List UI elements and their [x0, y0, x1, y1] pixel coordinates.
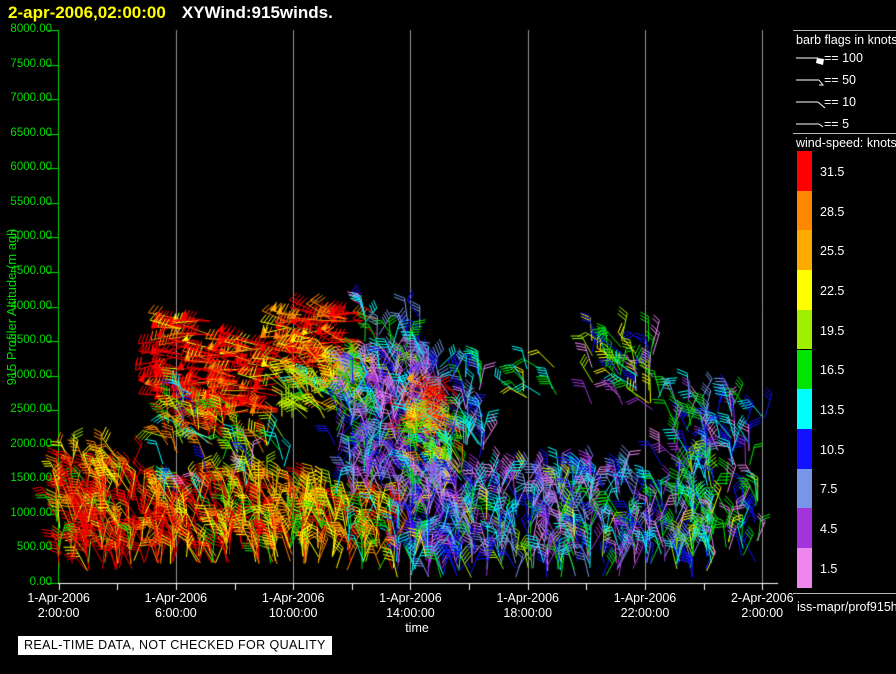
colorbar-segment	[797, 468, 812, 509]
colorbar-label: 4.5	[820, 522, 838, 537]
colorbar-label: 28.5	[820, 204, 845, 219]
wind-barb-plot-canvas	[0, 0, 896, 674]
header: 2-apr-2006,02:00:00 XYWind:915winds.	[8, 3, 333, 23]
x-axis-title: time	[405, 621, 429, 635]
x-tick-label: 1-Apr-2006 6:00:00	[144, 591, 208, 620]
colorbar-label: 1.5	[820, 561, 838, 576]
y-tick-label: 3000.00	[10, 368, 52, 381]
colorbar-segment	[797, 548, 812, 588]
wind-profiler-window: 2-apr-2006,02:00:00 XYWind:915winds. 915…	[0, 0, 896, 674]
legend-top-rule	[793, 30, 896, 31]
x-tick-label: 1-Apr-2006 2:00:00	[27, 591, 90, 620]
colorbar-label: 25.5	[820, 244, 845, 259]
x-tick-label: 1-Apr-2006 18:00:00	[496, 591, 559, 620]
y-tick-label: 4000.00	[10, 299, 52, 312]
y-tick-label: 6000.00	[10, 161, 52, 174]
y-tick-label: 8000.00	[10, 23, 52, 35]
page-title: XYWind:915winds.	[181, 3, 333, 22]
barb-legend-label: == 50	[824, 73, 856, 87]
colorbar-segment	[797, 309, 812, 350]
y-tick-label: 1000.00	[10, 506, 52, 519]
barb-legend-title: barb flags in knots	[796, 33, 896, 47]
x-tick-label: 1-Apr-2006 14:00:00	[379, 591, 442, 620]
y-tick-label: 0.00	[29, 576, 52, 588]
y-tick-label: 4500.00	[10, 264, 52, 277]
barb-symbol-icon	[796, 123, 824, 128]
colorbar-label: 22.5	[820, 283, 845, 298]
colorbar-segment	[797, 270, 812, 310]
legend-mid-rule	[793, 133, 896, 134]
barb-legend-label: == 100	[824, 51, 863, 65]
x-tick-label: 1-Apr-2006 10:00:00	[261, 591, 325, 620]
y-tick-label: 1500.00	[10, 472, 52, 485]
colorbar-label: 19.5	[820, 323, 845, 338]
barb-symbol-icon	[796, 101, 826, 109]
colorbar-segment	[797, 230, 812, 271]
header-timestamp: 2-apr-2006,02:00:00	[8, 3, 166, 22]
colorbar-label: 7.5	[820, 482, 838, 497]
barb-legend-label: == 5	[824, 117, 850, 131]
barb-symbol-icon	[796, 79, 825, 86]
realtime-data-disclaimer: REAL-TIME DATA, NOT CHECKED FOR QUALITY	[18, 636, 332, 655]
colorbar-segment	[797, 508, 812, 548]
barb-symbol-icon	[796, 57, 824, 65]
y-tick-label: 3500.00	[10, 334, 52, 347]
data-source-label: iss-mapr/prof915h	[797, 600, 896, 614]
colorbar-segment	[797, 349, 812, 390]
y-tick-label: 500.00	[16, 541, 52, 554]
y-tick-label: 2500.00	[10, 403, 52, 416]
colorbar-segment	[797, 428, 812, 469]
y-tick-label: 7500.00	[10, 57, 52, 70]
x-tick-label: 1-Apr-2006 22:00:00	[613, 591, 677, 620]
y-tick-label: 5000.00	[10, 230, 52, 243]
colorbar-segment	[797, 190, 812, 231]
barb-legend-label: == 10	[824, 95, 856, 109]
colorbar-title: wind-speed: knots	[796, 136, 896, 150]
y-tick-label: 5500.00	[10, 195, 52, 208]
x-tick-label: 2-Apr-2006 2:00:00	[730, 591, 794, 620]
colorbar-label: 13.5	[820, 403, 845, 418]
colorbar-label: 31.5	[820, 164, 845, 179]
y-tick-label: 6500.00	[10, 126, 52, 139]
y-tick-label: 2000.00	[10, 437, 52, 450]
legend-bottom-rule	[793, 593, 896, 594]
y-tick-label: 7000.00	[10, 92, 52, 105]
colorbar-segment	[797, 389, 812, 429]
colorbar-label: 16.5	[820, 363, 845, 378]
colorbar-segment	[797, 151, 812, 191]
colorbar-label: 10.5	[820, 442, 845, 457]
